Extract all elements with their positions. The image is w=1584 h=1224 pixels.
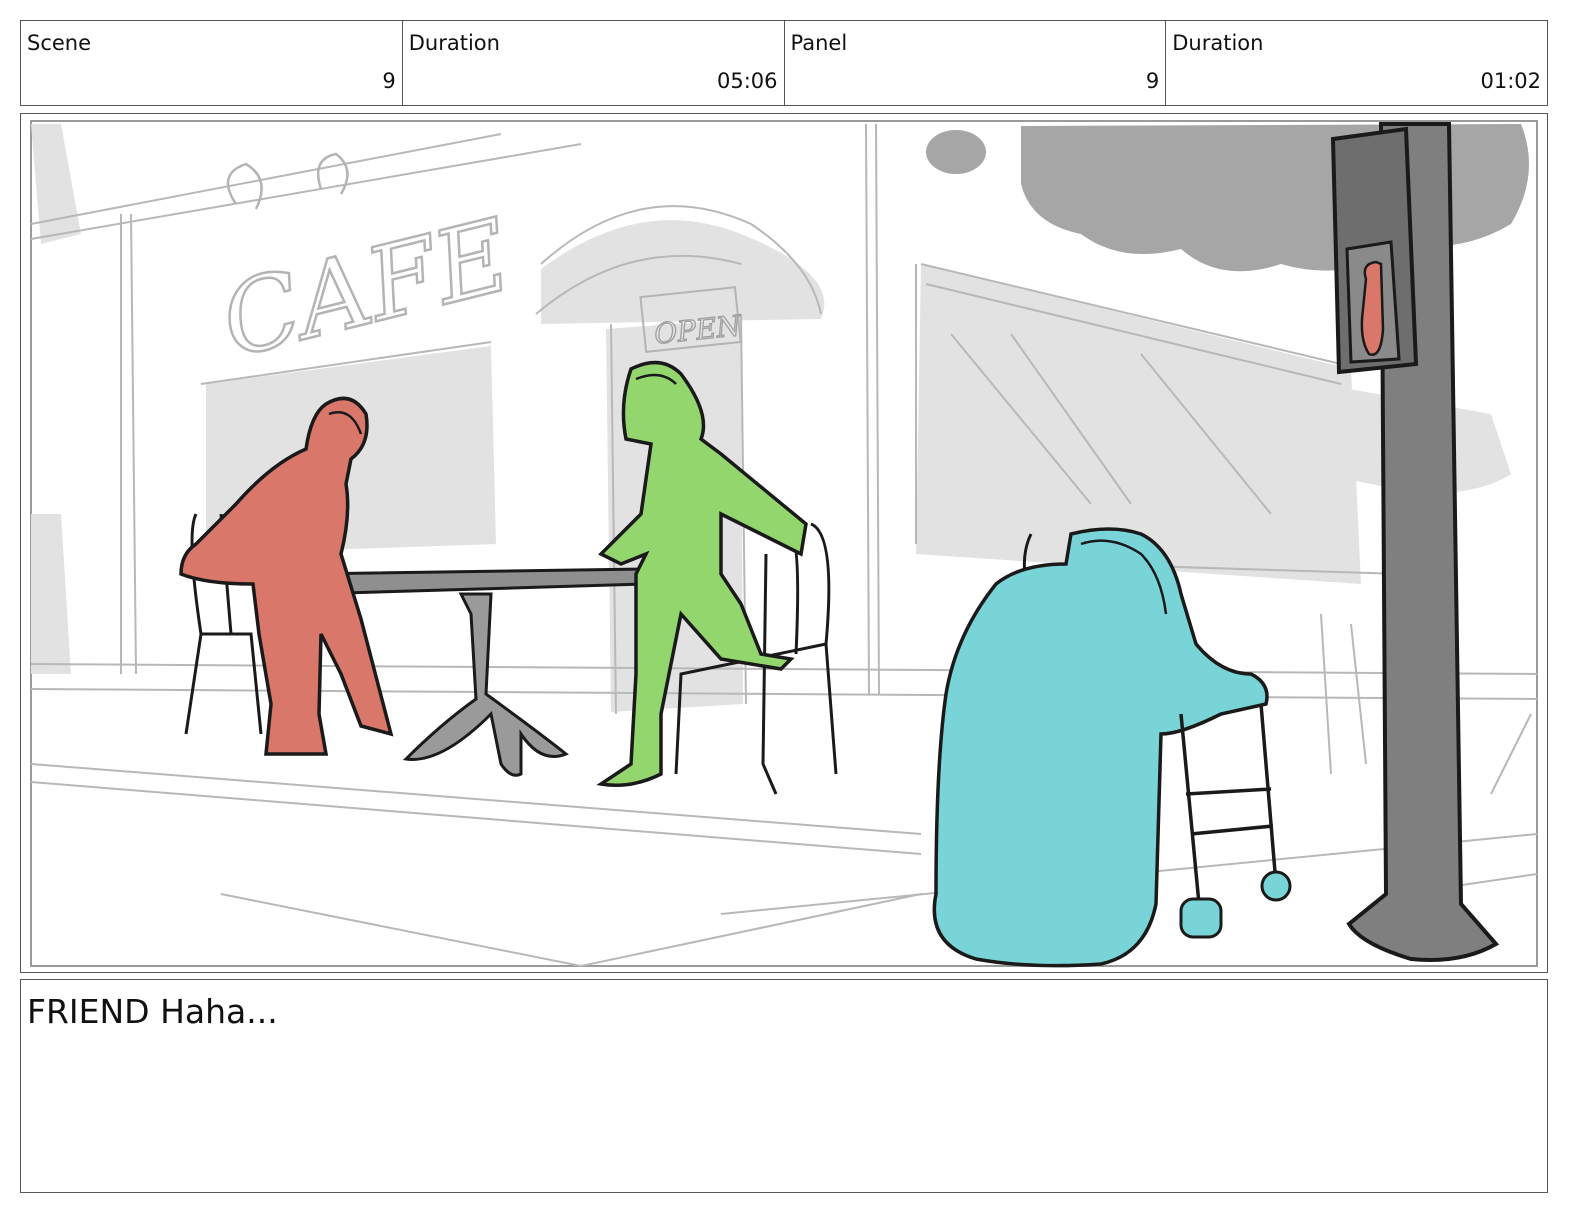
walker-frame <box>1179 703 1278 905</box>
scene-duration-label: Duration <box>408 31 500 55</box>
panel-duration-label: Duration <box>1172 31 1264 55</box>
dialogue-text: FRIEND Haha... <box>27 992 278 1031</box>
dont-walk-hand-icon <box>1360 260 1385 356</box>
panel-duration-value: 01:02 <box>1480 69 1541 93</box>
storyboard-sketch: CAFE OPEN <box>30 120 1538 968</box>
panel-duration-cell: Duration 01:02 <box>1166 21 1547 105</box>
cyan-character <box>932 527 1292 968</box>
panel-label: Panel <box>790 31 848 55</box>
scene-value: 9 <box>382 69 396 93</box>
scene-duration-cell: Duration 05:06 <box>403 21 785 105</box>
walker-foot-right <box>1260 870 1292 902</box>
panel-cell: Panel 9 <box>785 21 1167 105</box>
scene-label: Scene <box>27 31 92 55</box>
scene-duration-value: 05:06 <box>716 69 778 93</box>
panel-value: 9 <box>1145 69 1160 93</box>
scene-cell: Scene 9 <box>21 21 403 105</box>
dialogue-caption-box: FRIEND Haha... <box>20 979 1548 1193</box>
walker-foot-left <box>1179 897 1223 939</box>
storyboard-panel: CAFE OPEN <box>20 113 1548 973</box>
cafe-sign-hooks <box>226 152 349 210</box>
panel-info-header: Scene 9 Duration 05:06 Panel 9 Duration … <box>20 20 1548 106</box>
